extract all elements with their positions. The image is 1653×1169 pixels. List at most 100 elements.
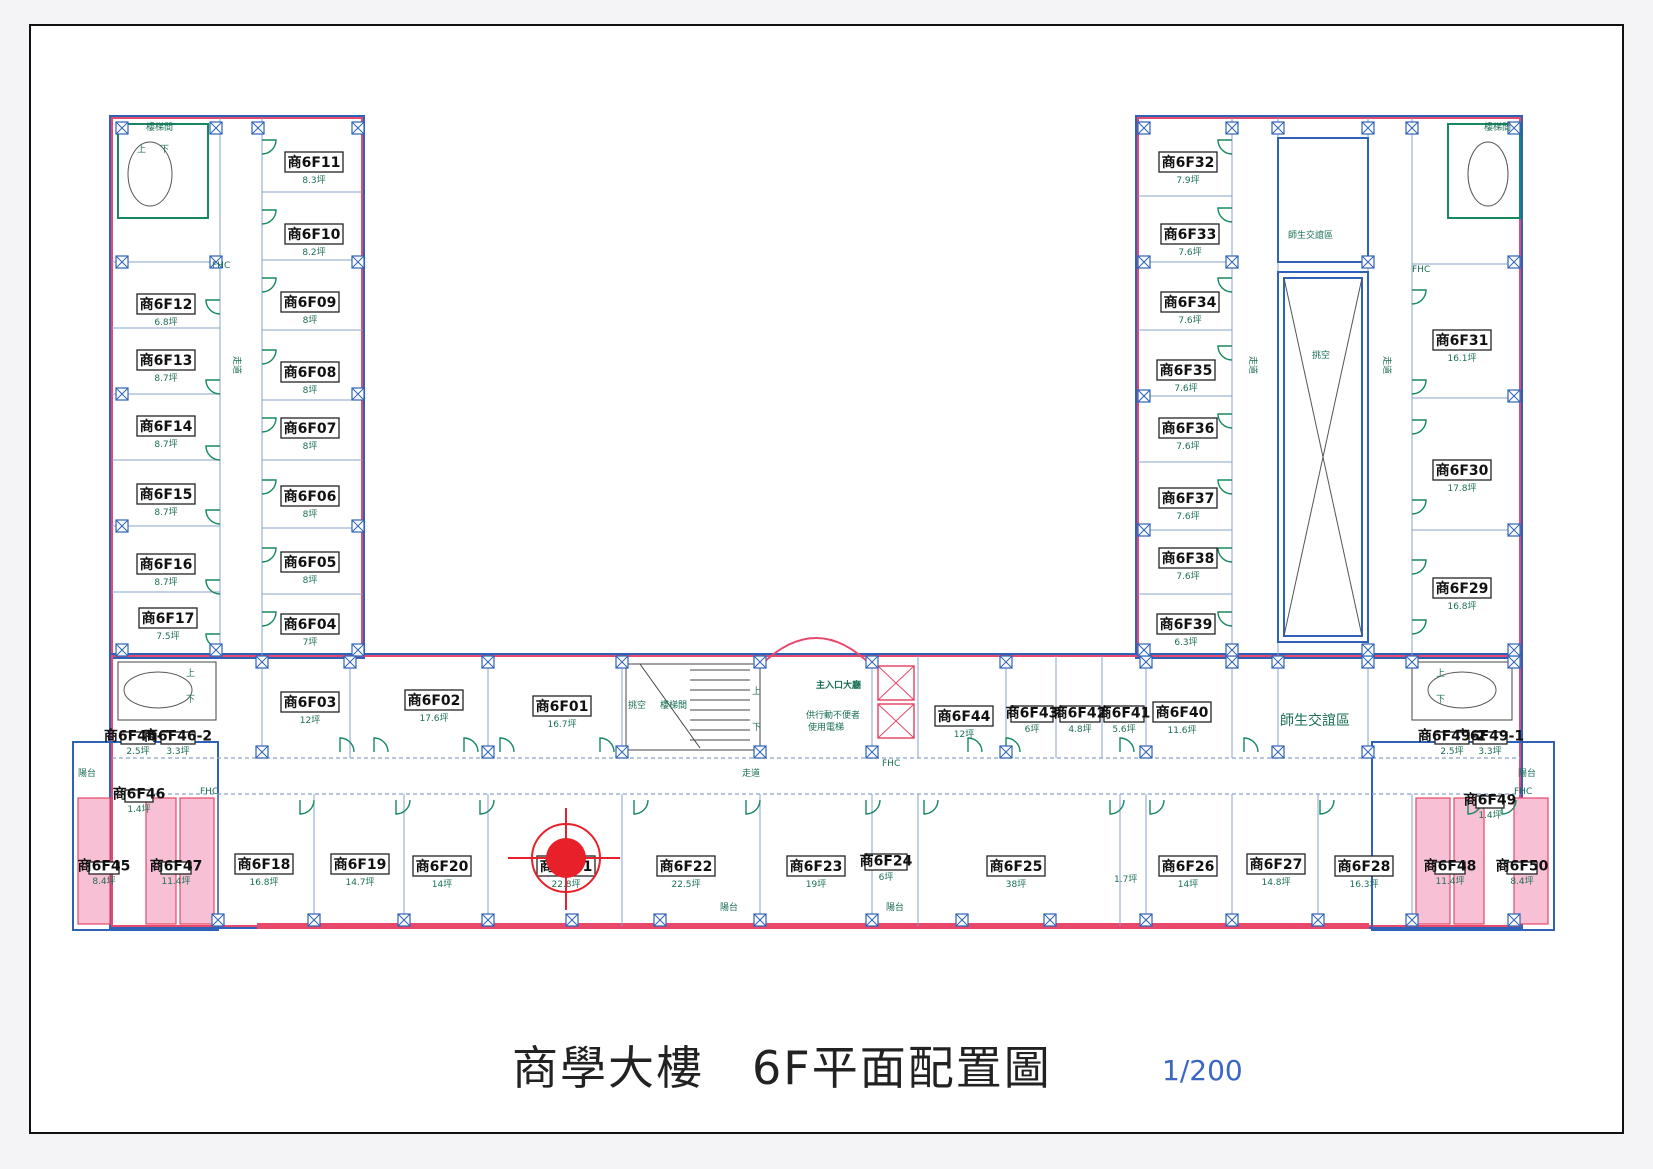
room-area: 14坪 — [432, 879, 452, 890]
balcony-label-mid-1: 陽台 — [720, 901, 738, 913]
room-id: 商6F27 — [1250, 856, 1303, 873]
room-area: 19坪 — [806, 879, 826, 890]
room-area: 12坪 — [300, 715, 320, 726]
stair-down-center: 下 — [752, 723, 761, 733]
floor-plan-drawing: 商6F01 16.7坪 商6F02 17.6坪 商6F03 12坪 商6F04 7坪 商6F05… — [29, 24, 1624, 1134]
void-label-atrium: 挑空 — [1312, 349, 1330, 361]
room-area: 7.6坪 — [1178, 315, 1201, 326]
room-id: 商6F50 — [1496, 858, 1549, 875]
structural-column — [1225, 121, 1239, 135]
stair-up-lower-right: 上 — [1436, 668, 1445, 679]
structural-column — [1139, 913, 1153, 927]
room-area: 6.3坪 — [1174, 637, 1197, 648]
structural-column — [209, 643, 223, 657]
room-id: 商6F34 — [1164, 294, 1217, 311]
room-id: 商6F04 — [284, 616, 337, 633]
structural-column — [1507, 643, 1521, 657]
structural-column — [481, 913, 495, 927]
structural-column — [351, 387, 365, 401]
structural-column — [481, 655, 495, 669]
room-id: 商6F49-2 — [1418, 728, 1486, 745]
room-area: 2.5坪 — [126, 746, 149, 757]
balcony-label-left: 陽台 — [78, 767, 96, 779]
structural-column — [753, 913, 767, 927]
structural-column — [351, 255, 365, 269]
room-id: 商6F12 — [140, 296, 193, 313]
room-area: 8坪 — [303, 575, 318, 586]
room-area: 6坪 — [879, 872, 894, 883]
room-id: 商6F11 — [288, 154, 341, 171]
structural-column — [1137, 643, 1151, 657]
room-id: 商6F46-2 — [144, 728, 212, 745]
room-area: 7.6坪 — [1176, 441, 1199, 452]
room-area: 11.6坪 — [1167, 725, 1196, 736]
room-area: 8.7坪 — [154, 507, 177, 518]
elevator-note-1: 供行動不便者 — [806, 709, 860, 721]
structural-column — [1137, 255, 1151, 269]
room-id: 商6F15 — [140, 486, 193, 503]
structural-column — [1507, 255, 1521, 269]
room-area: 7坪 — [303, 637, 318, 648]
fhc-label-lower-right: FHC — [1514, 787, 1532, 797]
room-area: 2.5坪 — [1440, 746, 1463, 757]
room-area: 17.8坪 — [1447, 483, 1476, 494]
structural-column — [1361, 655, 1375, 669]
room-area: 11.4坪 — [1435, 876, 1464, 887]
room-area: 8.7坪 — [154, 439, 177, 450]
room-area: 7.6坪 — [1178, 247, 1201, 258]
room-id: 商6F38 — [1162, 550, 1215, 567]
room-id: 商6F18 — [238, 856, 291, 873]
room-id: 商6F14 — [140, 418, 193, 435]
structural-column — [481, 745, 495, 759]
fhc-label-center: FHC — [882, 759, 900, 769]
room-area: 1.4坪 — [127, 804, 150, 815]
balcony-label-right: 陽台 — [1518, 767, 1536, 779]
room-area: 16.3坪 — [1349, 879, 1378, 890]
structural-column — [753, 655, 767, 669]
structural-column — [1225, 655, 1239, 669]
room-area: 7.5坪 — [156, 631, 179, 642]
room-area: 14.8坪 — [1261, 877, 1290, 888]
structural-column — [615, 745, 629, 759]
room-id: 商6F36 — [1162, 420, 1215, 437]
room-area: 12坪 — [954, 729, 974, 740]
page-title: 商學大樓 6F平面配置圖 — [512, 1041, 1052, 1095]
structural-column — [397, 913, 411, 927]
room-area: 17.6坪 — [419, 713, 448, 724]
structural-column — [999, 745, 1013, 759]
structural-column — [1361, 121, 1375, 135]
room-id: 商6F29 — [1436, 580, 1489, 597]
structural-column — [1507, 913, 1521, 927]
corridor-label-right-1: 走道 — [1247, 356, 1259, 374]
room-area: 6.8坪 — [154, 317, 177, 328]
room-area: 14.7坪 — [345, 877, 374, 888]
room-area: 5.6坪 — [1112, 724, 1135, 735]
room-id: 商6F43 — [1006, 705, 1059, 722]
corridor-label-right-2: 走道 — [1381, 356, 1393, 374]
room-id: 商6F22 — [660, 858, 713, 875]
room-id: 商6F39 — [1160, 616, 1213, 633]
room-id: 商6F05 — [284, 554, 337, 571]
room-id: 商6F06 — [284, 488, 337, 505]
stair-up-lower-left: 上 — [186, 668, 195, 679]
structural-column — [255, 655, 269, 669]
room-id: 商6F24 — [860, 853, 913, 870]
room-id: 商6F08 — [284, 364, 337, 381]
scale-label: 1/200 — [1162, 1054, 1243, 1087]
balcony-label-mid-2: 陽台 — [886, 901, 904, 913]
void-label-stair: 挑空 — [628, 699, 646, 711]
fhc-label-lower-left: FHC — [200, 787, 218, 797]
structural-column — [1507, 523, 1521, 537]
structural-column — [115, 519, 129, 533]
room-area: 1.4坪 — [1478, 810, 1501, 821]
structural-column — [351, 643, 365, 657]
structural-column — [1405, 121, 1419, 135]
structural-column — [1043, 913, 1057, 927]
structural-column — [115, 121, 129, 135]
structural-column — [1225, 913, 1239, 927]
room-area: 8坪 — [303, 385, 318, 396]
structural-column — [1137, 523, 1151, 537]
room-id: 商6F30 — [1436, 462, 1489, 479]
stair-down-lower-right: 下 — [1436, 695, 1445, 705]
room-id: 商6F35 — [1160, 362, 1213, 379]
